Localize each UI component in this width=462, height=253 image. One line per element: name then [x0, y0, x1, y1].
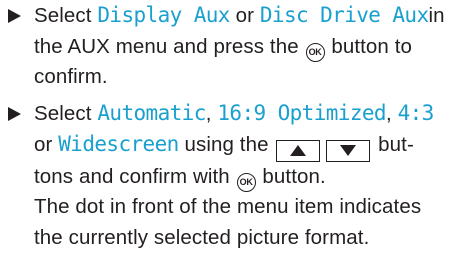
widescreen-option: Widescreen — [58, 132, 178, 156]
4-3-option: 4:3 — [398, 101, 434, 125]
tons-confirm-text: tons and confirm with — [34, 165, 230, 188]
ok-button-icon: OK — [306, 43, 325, 62]
up-arrow-key-icon — [276, 140, 320, 162]
triangle-bullet-icon — [8, 107, 21, 121]
note-line-1: The dot in front of the menu item indica… — [34, 195, 421, 218]
16-9-optimized-option: 16:9 Optimized — [217, 101, 386, 125]
confirm-text: confirm. — [34, 65, 108, 88]
triangle-bullet-icon — [8, 9, 21, 23]
arrow-keys — [276, 140, 370, 162]
disc-drive-aux-option: Disc Drive Aux — [260, 3, 429, 27]
but-text: but- — [378, 133, 414, 156]
comma: , — [206, 102, 212, 125]
button-to-text: button to — [331, 35, 412, 58]
select-word: Select — [34, 102, 92, 125]
automatic-option: Automatic — [97, 101, 205, 125]
select-word: Select — [34, 4, 92, 27]
instruction-step-1: Select Display Aux or Disc Drive Auxin t… — [8, 0, 462, 93]
or-word: or — [34, 133, 52, 156]
or-word: or — [236, 4, 254, 27]
instruction-page: Select Display Aux or Disc Drive Auxin t… — [0, 0, 462, 242]
aux-menu-text: the AUX menu and press the — [34, 35, 299, 58]
using-the-text: using the — [184, 133, 268, 156]
in-word: in — [429, 4, 445, 27]
note-line-2: the currently selected picture format. — [34, 226, 369, 249]
button-text: button. — [262, 165, 325, 188]
display-aux-option: Display Aux — [97, 3, 229, 27]
instruction-step-2: Select Automatic, 16:9 Optimized, 4:3 or… — [8, 98, 462, 253]
ok-button-icon: OK — [237, 173, 256, 192]
down-arrow-key-icon — [326, 140, 370, 162]
comma: , — [386, 102, 392, 125]
